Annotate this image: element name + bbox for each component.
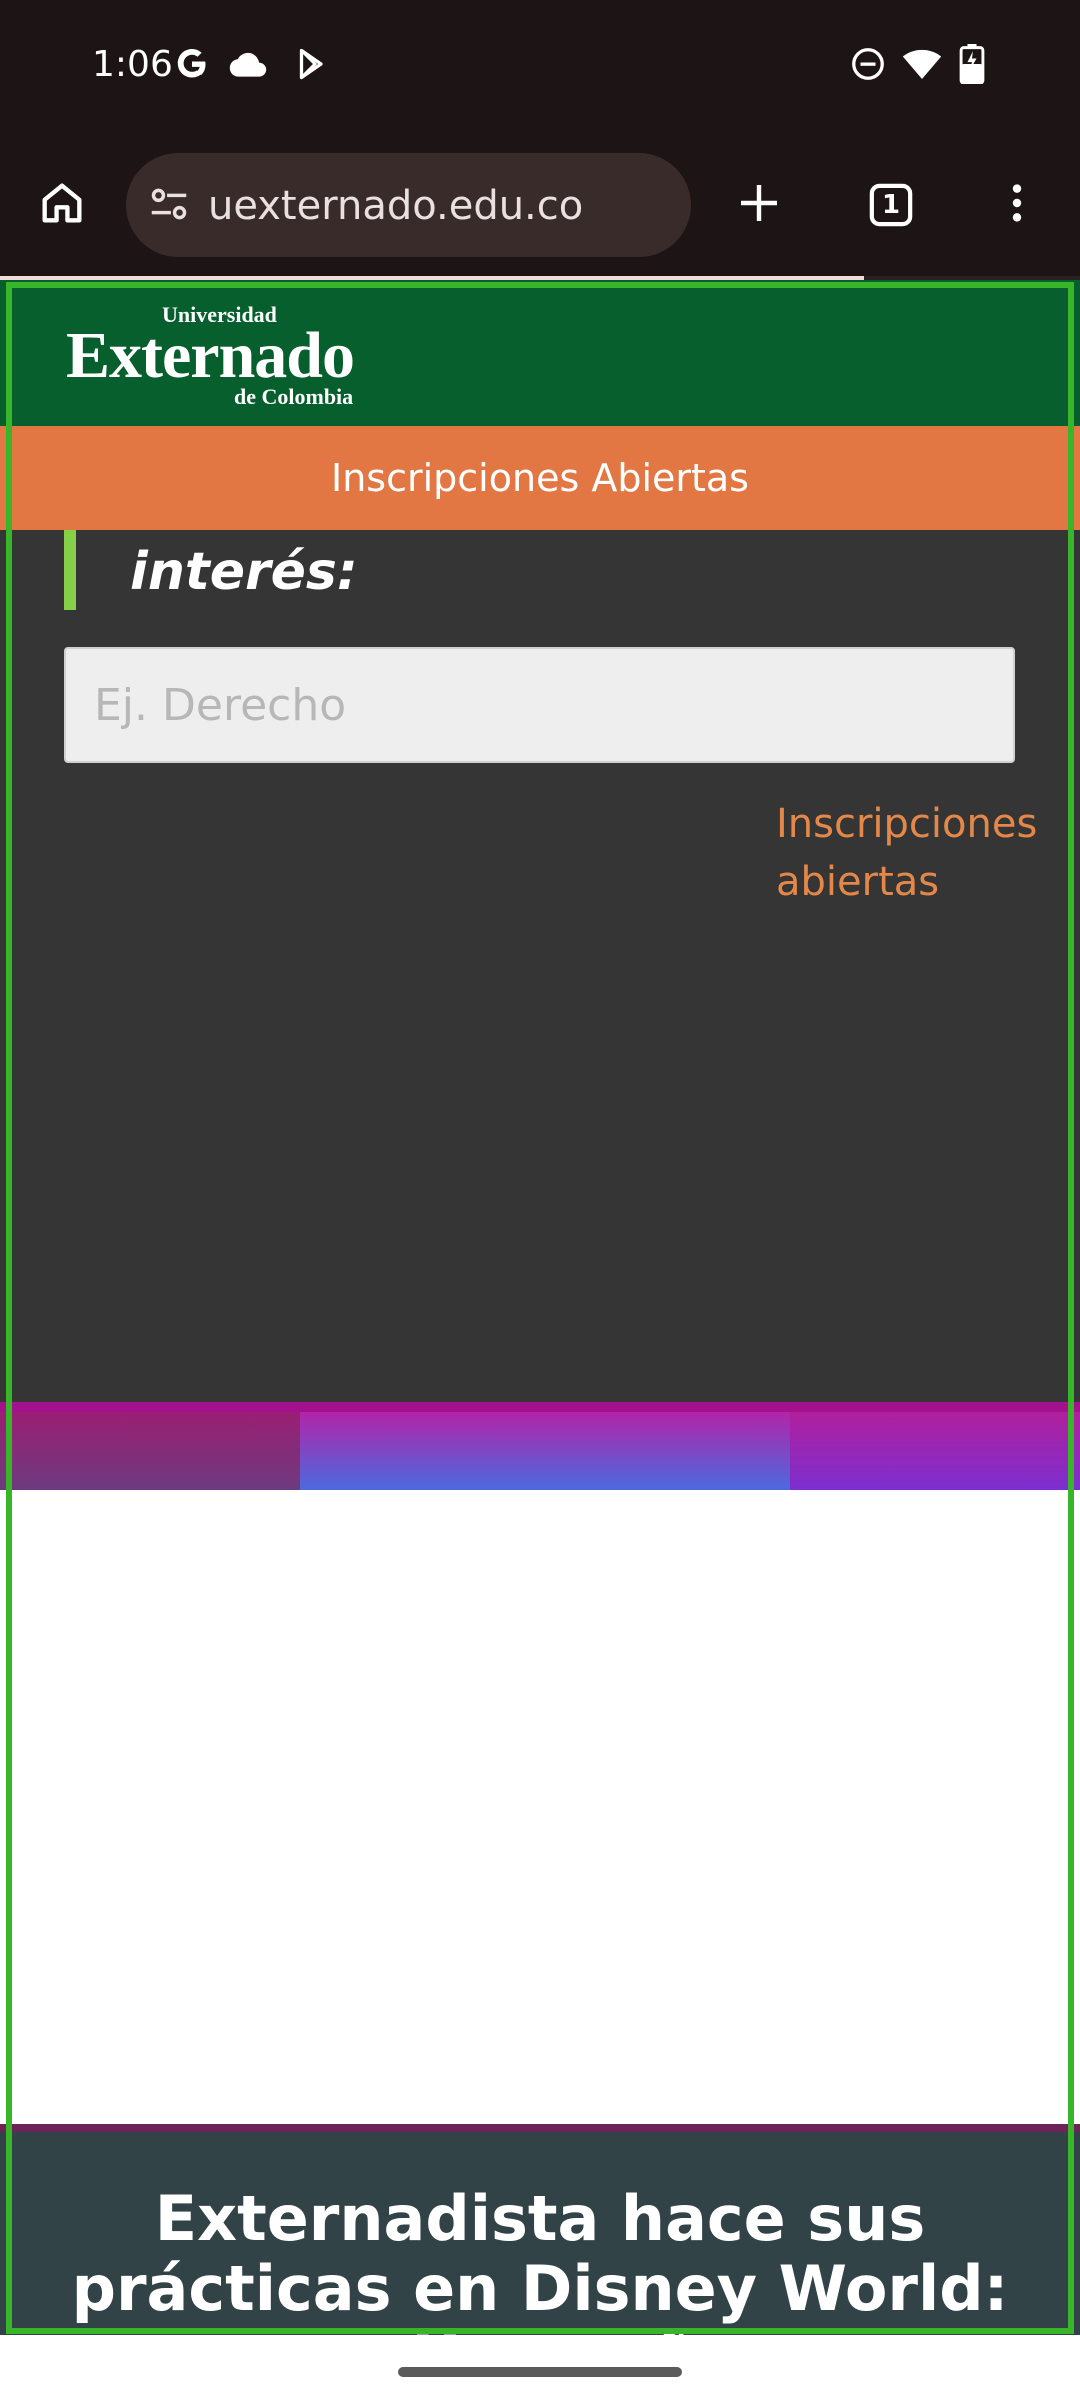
web-content: Universidad Externado de Colombia Inscri… (0, 280, 1080, 2335)
promo-banner-top-edge (0, 1402, 1080, 1412)
menu-button[interactable] (969, 157, 1065, 253)
logo-main-text: Externado (66, 319, 355, 392)
promo-image-left-segment (0, 1412, 300, 1490)
heading-accent-bar (64, 530, 76, 610)
tab-count: 1 (881, 190, 901, 220)
navigation-gesture-area (0, 2335, 1080, 2400)
tab-switcher-icon: 1 (868, 182, 914, 228)
url-text: uexternado.edu.co (208, 183, 584, 229)
gesture-handle[interactable] (398, 2367, 682, 2377)
more-vert-icon (994, 180, 1040, 231)
news-title: Externadista hace sus prácticas en Disne… (71, 2182, 1009, 2336)
tab-switcher-button[interactable]: 1 (843, 157, 939, 253)
promo-image-right-segment (790, 1412, 1080, 1490)
inscripciones-banner[interactable]: Inscripciones Abiertas (0, 426, 1080, 530)
wifi-icon (902, 44, 942, 84)
status-time: 1:06 (92, 44, 173, 85)
home-button[interactable] (14, 157, 110, 253)
do-not-disturb-icon (848, 44, 888, 84)
content-placeholder (0, 1490, 1080, 2124)
promo-image-center-segment (300, 1412, 790, 1490)
cloud-icon (228, 44, 268, 84)
site-settings-button[interactable] (146, 181, 192, 232)
play-store-icon (292, 44, 332, 84)
logo-bottom-text: de Colombia (234, 384, 354, 409)
address-bar[interactable]: uexternado.edu.co (126, 153, 691, 257)
news-card[interactable]: Externadista hace sus prácticas en Disne… (0, 2124, 1080, 2335)
inscripciones-abiertas-link[interactable]: Inscripciones abiertas (776, 795, 1037, 911)
battery-charging-icon (952, 44, 992, 84)
browser-toolbar: uexternado.edu.co 1 (0, 135, 1080, 275)
google-g-icon (172, 44, 212, 84)
promo-banner-image[interactable] (0, 1402, 1080, 1490)
plus-icon (735, 179, 783, 232)
status-bar: 1:06 (0, 0, 1080, 135)
tune-icon (146, 188, 192, 231)
home-icon (36, 177, 88, 234)
new-tab-button[interactable] (711, 157, 807, 253)
program-search-input[interactable] (64, 647, 1015, 763)
site-header: Universidad Externado de Colombia (0, 280, 1080, 426)
program-search-heading: interés: (130, 542, 358, 602)
